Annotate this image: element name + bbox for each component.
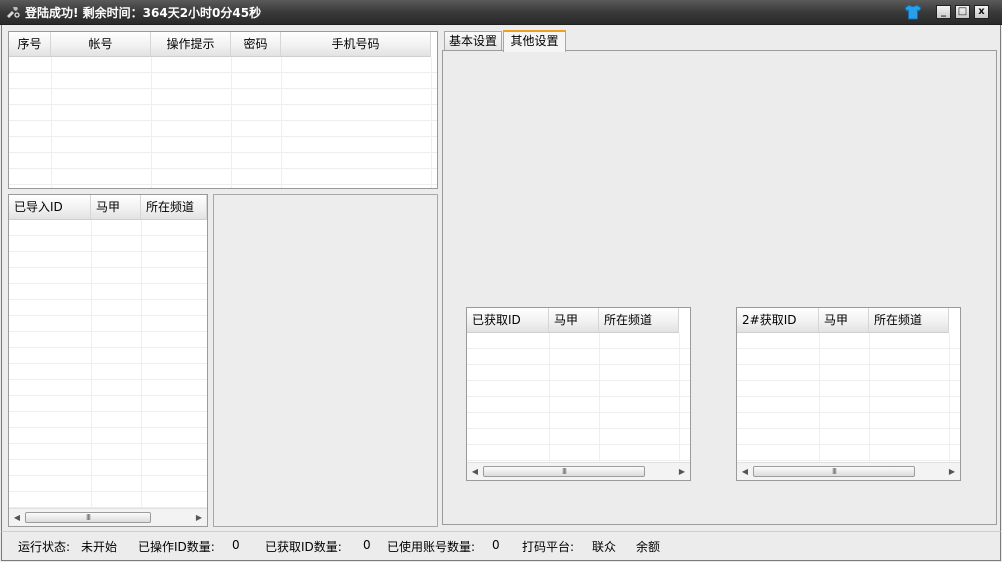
- status-bar: 运行状态: 未开始 已操作ID数量: 0 已获取ID数量: 0 已使用账号数量:…: [1, 531, 1001, 561]
- balance-label: 余额: [636, 540, 661, 554]
- horizontal-scrollbar[interactable]: ◀ III ▶: [9, 508, 207, 526]
- captcha-platform-label: 打码平台:: [522, 540, 575, 554]
- minimize-button[interactable]: _: [936, 5, 951, 19]
- column-header[interactable]: 所在频道: [599, 308, 679, 332]
- column-header[interactable]: 所在频道: [869, 308, 949, 332]
- column-header[interactable]: 马甲: [549, 308, 599, 332]
- run-status-label: 运行状态:: [18, 540, 71, 554]
- used-count-label: 已使用账号数量:: [387, 540, 476, 554]
- captcha-platform-value: 联众: [592, 540, 617, 554]
- column-header[interactable]: 2#获取ID: [737, 308, 819, 332]
- maximize-button[interactable]: □: [955, 5, 970, 19]
- scroll-left-icon[interactable]: ◀: [10, 509, 24, 526]
- fetched2-id-table[interactable]: 2#获取ID 马甲 所在频道 ◀ III ▶: [736, 307, 961, 481]
- column-header[interactable]: 密码: [231, 32, 281, 56]
- ops-count-value: 0: [232, 538, 240, 552]
- scroll-thumb[interactable]: III: [483, 466, 645, 477]
- run-status-value: 未开始: [81, 540, 118, 554]
- fetched2-id-table-header: 2#获取ID 马甲 所在频道: [737, 308, 949, 333]
- shirt-icon[interactable]: [904, 3, 922, 21]
- imported-id-table-header: 已导入ID 马甲 所在频道: [9, 195, 207, 220]
- fetched-id-table[interactable]: 已获取ID 马甲 所在频道 ◀ III ▶: [466, 307, 691, 481]
- column-header[interactable]: 操作提示: [151, 32, 231, 56]
- tab-basic-settings[interactable]: 基本设置: [444, 31, 502, 51]
- column-header[interactable]: 所在频道: [141, 195, 207, 219]
- column-header[interactable]: 已导入ID: [9, 195, 91, 219]
- scroll-right-icon[interactable]: ▶: [192, 509, 206, 526]
- scroll-right-icon[interactable]: ▶: [945, 463, 959, 480]
- fetched-count-label: 已获取ID数量:: [265, 540, 342, 554]
- close-button[interactable]: x: [974, 5, 989, 19]
- account-table[interactable]: 序号 帐号 操作提示 密码 手机号码: [8, 31, 438, 189]
- fetched-id-table-body: [467, 333, 690, 480]
- account-table-header: 序号 帐号 操作提示 密码 手机号码: [9, 32, 431, 57]
- column-header[interactable]: 已获取ID: [467, 308, 549, 332]
- column-header[interactable]: 马甲: [91, 195, 141, 219]
- scroll-thumb[interactable]: III: [25, 512, 151, 523]
- used-count-value: 0: [492, 538, 500, 552]
- column-header[interactable]: 手机号码: [281, 32, 431, 56]
- fetched2-id-table-body: [737, 333, 960, 480]
- fetched-count-value: 0: [363, 538, 371, 552]
- ops-count-label: 已操作ID数量:: [138, 540, 215, 554]
- column-header[interactable]: 序号: [9, 32, 51, 56]
- scroll-left-icon[interactable]: ◀: [468, 463, 482, 480]
- window-title: 登陆成功! 剩余时间：364天2小时0分45秒: [25, 6, 262, 20]
- imported-id-table[interactable]: 已导入ID 马甲 所在频道 ◀ III ▶: [8, 194, 208, 527]
- column-header[interactable]: 帐号: [51, 32, 151, 56]
- imported-id-table-body: [9, 220, 207, 526]
- fetched-id-table-header: 已获取ID 马甲 所在频道: [467, 308, 679, 333]
- horizontal-scrollbar[interactable]: ◀ III ▶: [737, 462, 960, 480]
- scroll-left-icon[interactable]: ◀: [738, 463, 752, 480]
- scroll-thumb[interactable]: III: [753, 466, 915, 477]
- tools-icon: [7, 7, 20, 18]
- horizontal-scrollbar[interactable]: ◀ III ▶: [467, 462, 690, 480]
- title-bar: 登陆成功! 剩余时间：364天2小时0分45秒 _ □ x: [0, 0, 1002, 25]
- blank-panel: [213, 194, 438, 527]
- scroll-right-icon[interactable]: ▶: [675, 463, 689, 480]
- tab-other-settings[interactable]: 其他设置: [503, 30, 566, 52]
- account-table-body: [9, 57, 437, 188]
- column-header[interactable]: 马甲: [819, 308, 869, 332]
